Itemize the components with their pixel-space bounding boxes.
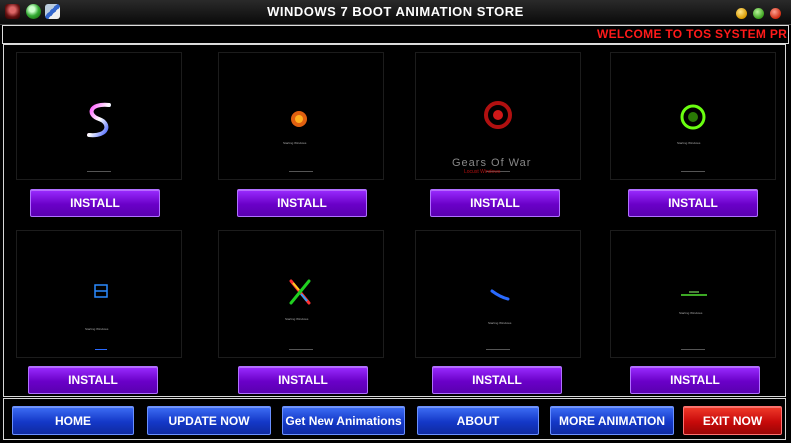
install-button-8[interactable]: INSTALL: [630, 366, 760, 394]
animation-preview-8[interactable]: Starting Windows: [610, 230, 776, 358]
app-window: WINDOWS 7 BOOT ANIMATION STORE WELCOME T…: [0, 0, 791, 443]
about-button[interactable]: ABOUT: [417, 406, 539, 435]
update-now-button[interactable]: UPDATE NOW: [147, 406, 271, 435]
animation-preview-2[interactable]: Starting Windows: [218, 52, 384, 180]
preview-caption-5: Starting Windows: [85, 327, 109, 331]
install-button-5[interactable]: INSTALL: [28, 366, 158, 394]
maximize-icon[interactable]: [753, 8, 764, 19]
animation-preview-4[interactable]: Starting Windows: [610, 52, 776, 180]
animation-preview-6[interactable]: Starting Windows: [218, 230, 384, 358]
x-logo-icon: [289, 279, 313, 350]
marquee-bar: WELCOME TO TOS SYSTEM PR: [2, 25, 789, 44]
get-new-animations-button[interactable]: Get New Animations: [282, 406, 405, 435]
preview-caption-4: Starting Windows: [677, 141, 701, 145]
install-button-1[interactable]: INSTALL: [30, 189, 160, 217]
home-button[interactable]: HOME: [12, 406, 134, 435]
install-button-2[interactable]: INSTALL: [237, 189, 367, 217]
animation-preview-1[interactable]: [16, 52, 182, 180]
install-button-4[interactable]: INSTALL: [628, 189, 758, 217]
more-animation-button[interactable]: MORE ANIMATION: [550, 406, 674, 435]
preview-caption-3: Gears Of War: [452, 157, 532, 169]
preview-caption-6: Starting Windows: [285, 317, 309, 321]
install-button-3[interactable]: INSTALL: [430, 189, 560, 217]
pumpkin-logo-icon: [289, 111, 313, 172]
title-bar[interactable]: WINDOWS 7 BOOT ANIMATION STORE: [0, 0, 791, 25]
install-button-7[interactable]: INSTALL: [432, 366, 562, 394]
animation-preview-7[interactable]: Starting Windows: [415, 230, 581, 358]
animation-preview-3[interactable]: Gears Of War Locust Windows: [415, 52, 581, 180]
green-line-logo-icon: [681, 291, 707, 350]
blue-window-logo-icon: [94, 284, 108, 350]
window-title: WINDOWS 7 BOOT ANIMATION STORE: [267, 4, 524, 19]
close-icon[interactable]: [770, 8, 781, 19]
green-ring-logo-icon: [680, 104, 706, 172]
exit-now-button[interactable]: EXIT NOW: [683, 406, 782, 435]
preview-subcaption-3: Locust Windows: [464, 169, 501, 175]
minimize-icon[interactable]: [736, 8, 747, 19]
marquee-text: WELCOME TO TOS SYSTEM PR: [597, 27, 788, 41]
blue-swoosh-logo-icon: [486, 289, 510, 350]
preview-caption-2: Starting Windows: [283, 141, 307, 145]
preview-caption-7: Starting Windows: [488, 321, 512, 325]
animation-preview-5[interactable]: Starting Windows: [16, 230, 182, 358]
swirl-logo-icon: [87, 102, 111, 172]
install-button-6[interactable]: INSTALL: [238, 366, 368, 394]
preview-caption-8: Starting Windows: [679, 311, 703, 315]
